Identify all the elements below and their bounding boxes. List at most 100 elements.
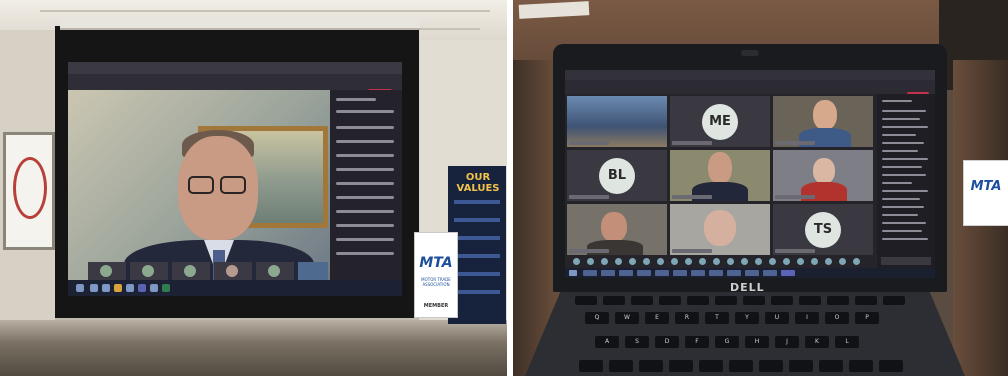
start-icon[interactable] bbox=[569, 270, 577, 276]
participant-tile-me[interactable]: ME bbox=[670, 96, 770, 147]
participant-row[interactable] bbox=[336, 196, 394, 199]
keyboard-key[interactable]: A bbox=[595, 336, 619, 348]
keyboard-key[interactable] bbox=[729, 360, 753, 372]
folder-icon[interactable] bbox=[114, 284, 122, 292]
keyboard-key[interactable] bbox=[659, 296, 681, 305]
avatar[interactable] bbox=[783, 258, 790, 265]
keyboard-key[interactable] bbox=[771, 296, 793, 305]
avatar[interactable] bbox=[685, 258, 692, 265]
participant-tile-room[interactable] bbox=[567, 96, 667, 147]
participant-tile[interactable] bbox=[214, 262, 252, 280]
keyboard-key[interactable]: L bbox=[835, 336, 859, 348]
keyboard-key[interactable]: J bbox=[775, 336, 799, 348]
keyboard-key[interactable] bbox=[609, 360, 633, 372]
keyboard-key[interactable] bbox=[799, 296, 821, 305]
keyboard-key[interactable] bbox=[631, 296, 653, 305]
keyboard-key[interactable]: W bbox=[615, 312, 639, 324]
participant-row[interactable] bbox=[336, 140, 394, 143]
participant-row[interactable] bbox=[336, 252, 394, 255]
avatar[interactable] bbox=[587, 258, 594, 265]
keyboard-key[interactable] bbox=[819, 360, 843, 372]
participant-tile-video[interactable] bbox=[773, 150, 873, 201]
keyboard-key[interactable]: I bbox=[795, 312, 819, 324]
keyboard-key[interactable]: H bbox=[745, 336, 769, 348]
avatar[interactable] bbox=[741, 258, 748, 265]
avatar[interactable] bbox=[657, 258, 664, 265]
participant-row[interactable] bbox=[336, 182, 394, 185]
participant-tile[interactable] bbox=[88, 262, 126, 280]
keyboard-key[interactable] bbox=[687, 296, 709, 305]
taskbar-app-icon[interactable] bbox=[150, 284, 158, 292]
avatar[interactable] bbox=[839, 258, 846, 265]
keyboard-key[interactable] bbox=[579, 360, 603, 372]
taskbar-app-icon[interactable] bbox=[90, 284, 98, 292]
keyboard-key[interactable] bbox=[827, 296, 849, 305]
avatar[interactable] bbox=[825, 258, 832, 265]
chat-input[interactable] bbox=[881, 257, 931, 265]
participant-tile-speaker[interactable] bbox=[670, 150, 770, 201]
avatar[interactable] bbox=[853, 258, 860, 265]
keyboard-key[interactable]: K bbox=[805, 336, 829, 348]
participant-row[interactable] bbox=[336, 224, 394, 227]
keyboard-key[interactable]: P bbox=[855, 312, 879, 324]
keyboard-key[interactable]: R bbox=[675, 312, 699, 324]
participant-row[interactable] bbox=[336, 238, 394, 241]
keyboard-key[interactable] bbox=[743, 296, 765, 305]
keyboard-key[interactable]: U bbox=[765, 312, 789, 324]
taskbar-app-icon[interactable] bbox=[727, 270, 741, 276]
keyboard-key[interactable] bbox=[789, 360, 813, 372]
participant-tile-video[interactable] bbox=[567, 204, 667, 255]
excel-icon[interactable] bbox=[162, 284, 170, 292]
participant-tile-bl[interactable]: BL bbox=[567, 150, 667, 201]
taskbar-app-icon[interactable] bbox=[583, 270, 597, 276]
taskbar-app-icon[interactable] bbox=[601, 270, 615, 276]
avatar[interactable] bbox=[727, 258, 734, 265]
keyboard-key[interactable] bbox=[699, 360, 723, 372]
participant-tile[interactable] bbox=[172, 262, 210, 280]
taskbar-app-icon[interactable] bbox=[691, 270, 705, 276]
keyboard-key[interactable] bbox=[855, 296, 877, 305]
keyboard-key[interactable]: F bbox=[685, 336, 709, 348]
taskbar-app-icon[interactable] bbox=[763, 270, 777, 276]
avatar[interactable] bbox=[769, 258, 776, 265]
taskbar-app-icon[interactable] bbox=[126, 284, 134, 292]
participant-tile-video[interactable] bbox=[773, 96, 873, 147]
participant-tile[interactable] bbox=[130, 262, 168, 280]
avatar[interactable] bbox=[699, 258, 706, 265]
keyboard-key[interactable]: Y bbox=[735, 312, 759, 324]
keyboard-key[interactable]: D bbox=[655, 336, 679, 348]
keyboard-key[interactable] bbox=[715, 296, 737, 305]
avatar[interactable] bbox=[629, 258, 636, 265]
avatar[interactable] bbox=[713, 258, 720, 265]
taskbar-app-icon[interactable] bbox=[619, 270, 633, 276]
taskbar-app-icon[interactable] bbox=[709, 270, 723, 276]
keyboard-key[interactable]: O bbox=[825, 312, 849, 324]
participant-tile-ts[interactable]: TS bbox=[773, 204, 873, 255]
participant-tile[interactable] bbox=[256, 262, 294, 280]
avatar[interactable] bbox=[671, 258, 678, 265]
keyboard-key[interactable] bbox=[849, 360, 873, 372]
keyboard-key[interactable] bbox=[575, 296, 597, 305]
keyboard-key[interactable]: S bbox=[625, 336, 649, 348]
participant-row[interactable] bbox=[336, 168, 394, 171]
taskbar-app-icon[interactable] bbox=[102, 284, 110, 292]
taskbar-app-icon[interactable] bbox=[745, 270, 759, 276]
participant-row[interactable] bbox=[336, 210, 394, 213]
avatar[interactable] bbox=[601, 258, 608, 265]
keyboard-key[interactable]: T bbox=[705, 312, 729, 324]
avatar[interactable] bbox=[615, 258, 622, 265]
avatar[interactable] bbox=[797, 258, 804, 265]
keyboard-key[interactable]: Q bbox=[585, 312, 609, 324]
taskbar-app-icon[interactable] bbox=[655, 270, 669, 276]
avatar[interactable] bbox=[755, 258, 762, 265]
avatar[interactable] bbox=[573, 258, 580, 265]
participant-tile-video[interactable] bbox=[670, 204, 770, 255]
keyboard-key[interactable] bbox=[669, 360, 693, 372]
keyboard-key[interactable] bbox=[879, 360, 903, 372]
teams-icon[interactable] bbox=[781, 270, 795, 276]
keyboard-key[interactable] bbox=[639, 360, 663, 372]
keyboard-key[interactable]: E bbox=[645, 312, 669, 324]
keyboard-key[interactable] bbox=[603, 296, 625, 305]
avatar[interactable] bbox=[643, 258, 650, 265]
participant-row[interactable] bbox=[336, 110, 394, 113]
